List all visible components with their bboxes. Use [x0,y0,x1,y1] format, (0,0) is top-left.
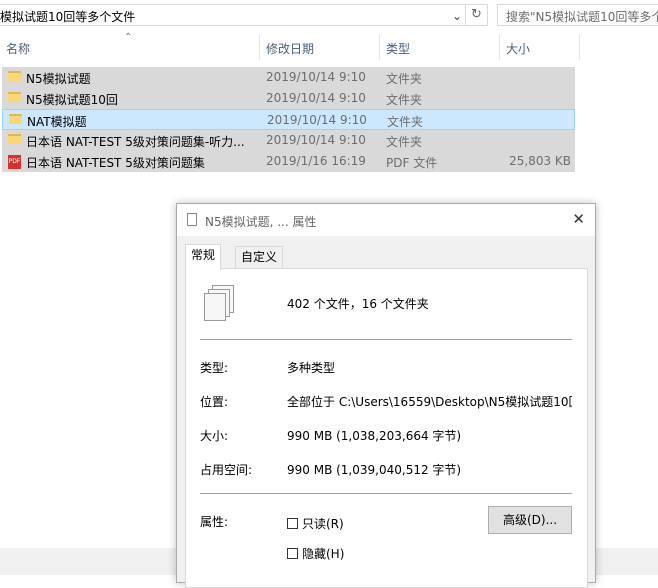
file-modified: 2019/10/14 9:10 [266,133,366,147]
file-modified: 2019/10/14 9:10 [266,70,366,84]
file-type: 文件夹 [387,115,424,129]
tab-custom[interactable]: 自定义 [235,246,284,268]
file-name: 日本语 NAT-TEST 5级对策问题集-听力... [26,135,245,149]
file-row[interactable]: N5模拟试题 2019/10/14 9:10 文件夹 [2,67,575,88]
chevron-down-icon[interactable]: ⌄ [452,9,462,23]
file-type: 文件夹 [386,135,423,149]
dialog-titlebar[interactable]: N5模拟试题, ... 属性 ✕ [177,204,595,236]
search-placeholder: 搜索"N5模拟试题10回等多个文件" [506,10,658,24]
refresh-icon[interactable]: ↻ [466,4,488,26]
file-modified: 2019/10/14 9:10 [267,113,367,127]
checkbox-box[interactable] [287,548,298,559]
hidden-label: 隐藏(H) [302,547,345,561]
sort-ascending-icon: ⌃ [124,32,133,43]
folder-icon [8,92,21,102]
attributes-label: 属性: [200,515,229,529]
file-name: N5模拟试题 [26,72,91,86]
address-toolbar: 模拟试题10回等多个文件 ⌄ ↻ 搜索"N5模拟试题10回等多个文件" [0,0,658,32]
prop-value-location: 全部位于 C:\Users\16559\Desktop\N5模拟试题10回 [287,395,572,409]
column-type[interactable]: 类型 [386,40,410,57]
column-divider[interactable] [259,34,260,60]
folder-icon [8,134,21,144]
file-modified: 2019/1/16 16:19 [266,154,366,168]
checkbox-box[interactable] [287,518,298,529]
folder-icon [8,71,21,81]
column-header-row: ⌃ 名称 修改日期 类型 大小 [0,32,658,60]
search-input[interactable]: 搜索"N5模拟试题10回等多个文件" [497,4,658,26]
column-divider[interactable] [579,34,580,60]
column-size[interactable]: 大小 [506,40,530,57]
tab-general[interactable]: 常规 [185,244,222,270]
file-row[interactable]: PDF 日本语 NAT-TEST 5级对策问题集 2019/1/16 16:19… [2,151,575,172]
file-modified: 2019/10/14 9:10 [266,91,366,105]
prop-value-size-on-disk: 990 MB (1,039,040,512 字节) [287,463,462,477]
file-type: PDF 文件 [386,156,438,170]
readonly-label: 只读(R) [302,517,344,531]
multiple-files-icon [204,285,234,321]
divider [200,339,572,340]
general-panel: 402 个文件，16 个文件夹 类型: 多种类型 位置: 全部位于 C:\Use… [185,268,588,588]
selection-summary: 402 个文件，16 个文件夹 [287,297,429,311]
readonly-checkbox[interactable]: 只读(R) [287,515,344,532]
properties-dialog: N5模拟试题, ... 属性 ✕ 常规 自定义 402 个文件，16 个文件夹 … [176,203,596,588]
prop-label-size: 大小: [200,429,229,443]
prop-label-type: 类型: [200,361,229,375]
prop-label-location: 位置: [200,395,229,409]
folder-icon [9,114,22,124]
column-name[interactable]: 名称 [6,40,30,57]
file-name: NAT模拟题 [27,115,87,129]
column-modified[interactable]: 修改日期 [266,40,314,57]
prop-value-type: 多种类型 [287,361,336,375]
document-icon [187,213,197,226]
file-size: 25,803 KB [509,154,571,168]
address-bar[interactable]: 模拟试题10回等多个文件 ⌄ [0,4,466,26]
file-name: N5模拟试题10回 [26,93,118,107]
file-type: 文件夹 [386,72,423,86]
divider [200,493,572,494]
column-divider[interactable] [379,34,380,60]
file-row[interactable]: 日本语 NAT-TEST 5级对策问题集-听力... 2019/10/14 9:… [2,130,575,151]
prop-label-size-on-disk: 占用空间: [200,463,253,477]
file-row-selected[interactable]: NAT模拟题 2019/10/14 9:10 文件夹 [2,109,575,130]
prop-value-size: 990 MB (1,038,203,664 字节) [287,429,462,443]
pdf-icon: PDF [8,155,21,169]
hidden-checkbox[interactable]: 隐藏(H) [287,545,344,562]
close-icon[interactable]: ✕ [572,210,585,228]
address-path: 模拟试题10回等多个文件 [0,10,136,24]
column-divider[interactable] [499,34,500,60]
file-name: 日本语 NAT-TEST 5级对策问题集 [26,156,205,170]
advanced-button[interactable]: 高级(D)... [488,506,572,534]
dialog-title: N5模拟试题, ... 属性 [205,215,317,229]
file-row[interactable]: N5模拟试题10回 2019/10/14 9:10 文件夹 [2,88,575,109]
file-type: 文件夹 [386,93,423,107]
